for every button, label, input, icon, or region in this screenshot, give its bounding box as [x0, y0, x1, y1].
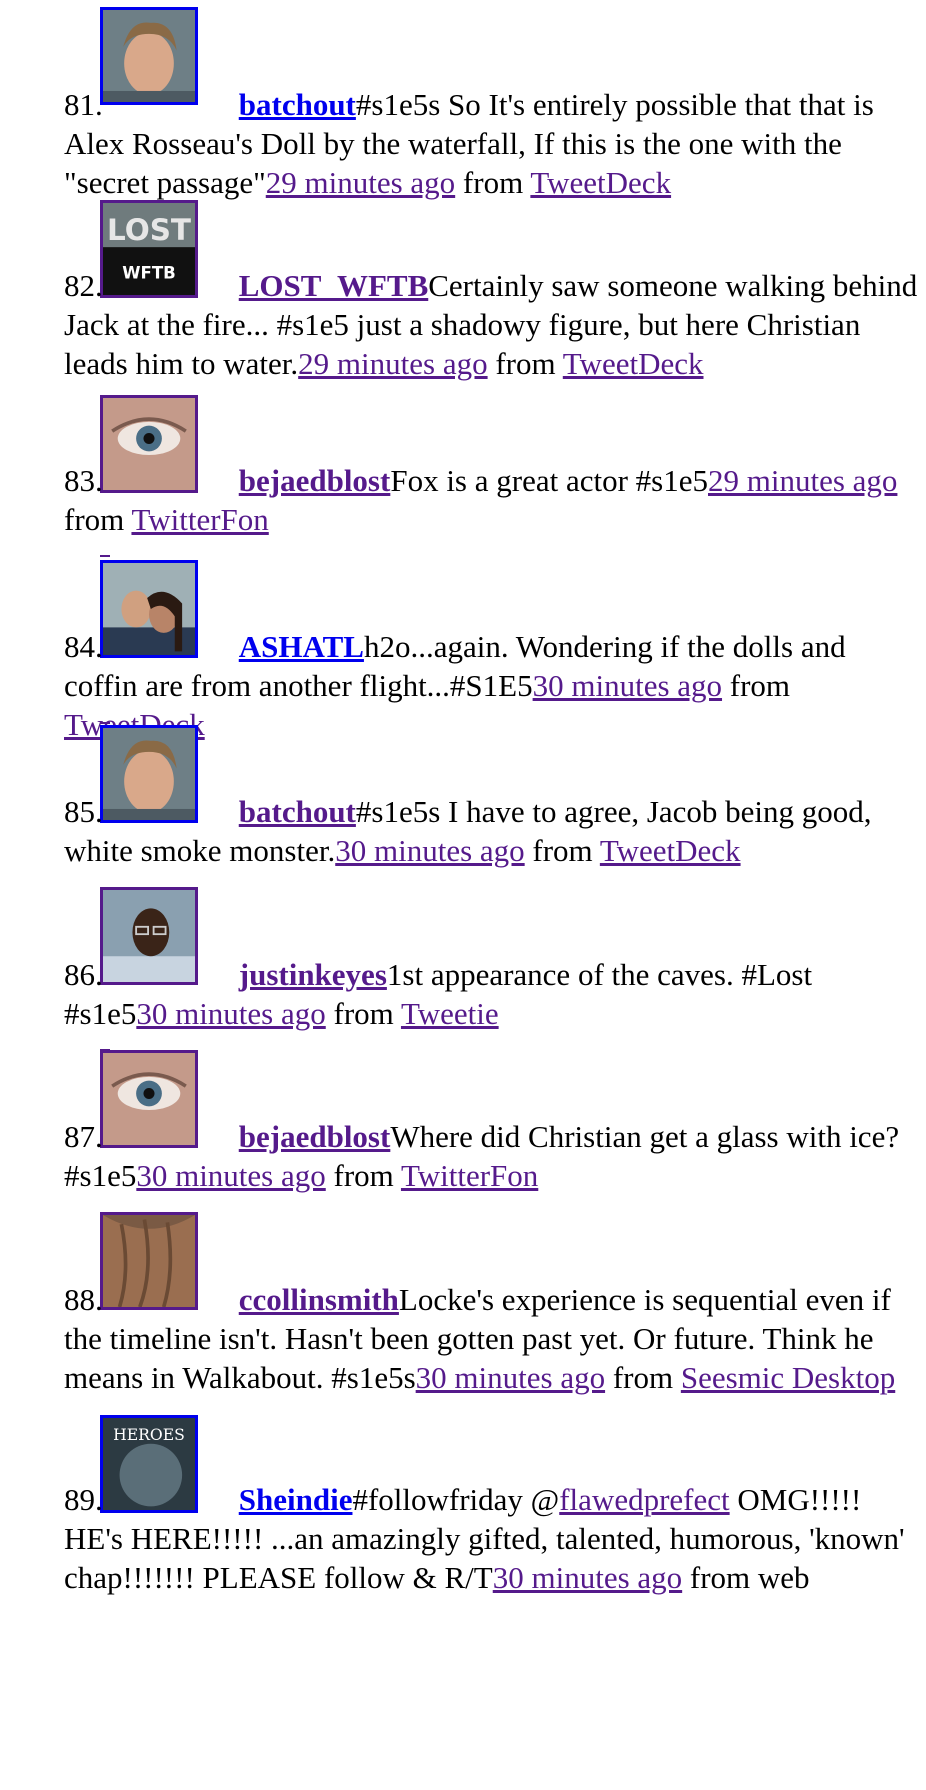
tweet-number: 84.: [64, 629, 103, 664]
tweet-username[interactable]: batchout: [239, 87, 356, 122]
mention-link[interactable]: flawedprefect: [559, 1482, 729, 1517]
from-label: from: [605, 1360, 681, 1395]
tweet-source[interactable]: TwitterFon: [401, 1158, 538, 1193]
tweet-timestamp[interactable]: 30 minutes ago: [136, 1158, 325, 1193]
tweet-username[interactable]: ccollinsmith: [239, 1282, 399, 1317]
tweet-number: 86.: [64, 957, 103, 992]
from-label: from: [325, 1158, 401, 1193]
tweet-text-prefix: #followfriday @: [352, 1482, 560, 1517]
from-label: from: [487, 346, 563, 381]
tweet-timestamp[interactable]: 30 minutes ago: [136, 996, 325, 1031]
tweet-number: 85.: [64, 794, 103, 829]
tweet-number: 82.: [64, 268, 103, 303]
tweet-timestamp[interactable]: 30 minutes ago: [416, 1360, 605, 1395]
tweet-timestamp[interactable]: 29 minutes ago: [708, 463, 897, 498]
from-label: from: [722, 668, 791, 703]
reply-link[interactable]: [100, 705, 110, 725]
tweet-username[interactable]: ASHATL: [239, 629, 364, 664]
svg-text:HEROES: HEROES: [113, 1425, 185, 1444]
tweet-number: 87.: [64, 1119, 103, 1154]
tweet-timestamp[interactable]: 30 minutes ago: [335, 833, 524, 868]
tweet-source[interactable]: TwitterFon: [131, 502, 268, 537]
tweet-username[interactable]: batchout: [239, 794, 356, 829]
from-label: from: [64, 502, 132, 537]
tweet-timestamp[interactable]: 30 minutes ago: [533, 668, 722, 703]
from-label: from: [524, 833, 600, 868]
tweet-source[interactable]: Seesmic Desktop: [681, 1360, 895, 1395]
tweet-timestamp[interactable]: 30 minutes ago: [493, 1560, 682, 1595]
tweet-number: 83.: [64, 463, 103, 498]
reply-link[interactable]: [100, 1032, 110, 1052]
tweet-source[interactable]: Tweetie: [401, 996, 499, 1031]
tweet-username[interactable]: bejaedblost: [239, 1119, 391, 1154]
from-label: from: [325, 996, 401, 1031]
tweet-username[interactable]: justinkeyes: [239, 957, 387, 992]
tweet-timestamp[interactable]: 29 minutes ago: [266, 165, 455, 200]
tweet-number: 89.: [64, 1482, 103, 1517]
from-label: from web: [682, 1560, 810, 1595]
tweet-number: 81.: [64, 87, 103, 122]
tweet-source[interactable]: TweetDeck: [600, 833, 741, 868]
tweet-timestamp[interactable]: 29 minutes ago: [298, 346, 487, 381]
tweet-username[interactable]: Sheindie: [239, 1482, 353, 1517]
tweet-text: Fox is a great actor #s1e5: [390, 463, 708, 498]
from-label: from: [455, 165, 531, 200]
tweet-username[interactable]: LOST_WFTB: [239, 268, 429, 303]
tweet-username[interactable]: bejaedblost: [239, 463, 391, 498]
reply-link[interactable]: [100, 538, 110, 558]
tweet-number: 88.: [64, 1282, 103, 1317]
tweet-source[interactable]: TweetDeck: [563, 346, 704, 381]
tweet-source[interactable]: TweetDeck: [530, 165, 671, 200]
svg-text:LOST: LOST: [107, 213, 191, 247]
